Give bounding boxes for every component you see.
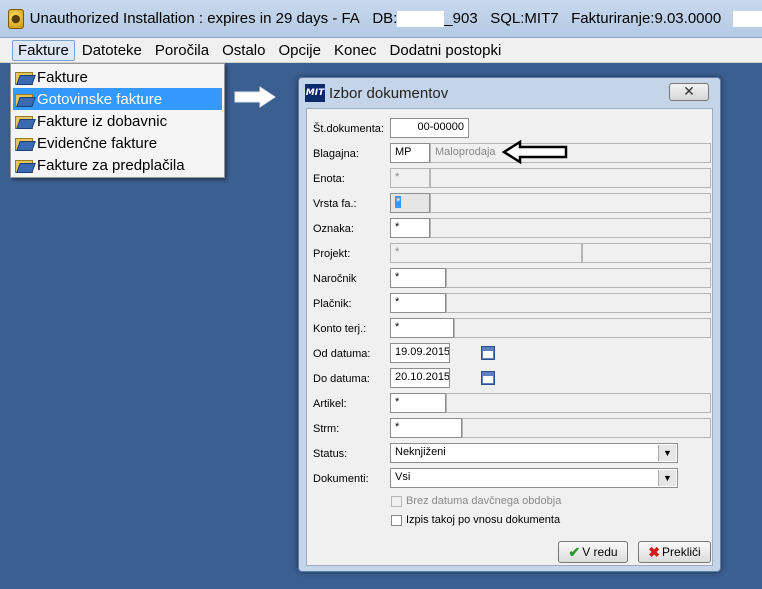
oznaka-name-field xyxy=(430,218,711,238)
folder-open-icon xyxy=(15,136,33,151)
label-st-dokumenta: Št.dokumenta: xyxy=(313,123,384,135)
konto-terj-input[interactable]: * xyxy=(390,318,454,338)
checkmark-icon: ✔ xyxy=(568,543,581,560)
enota-name-field xyxy=(430,168,711,188)
folder-open-icon xyxy=(15,92,33,107)
window-title-db-suffix: _903 xyxy=(444,10,478,27)
label-placnik: Plačnik: xyxy=(313,298,352,310)
dokumenti-select[interactable]: Vsi ▼ xyxy=(390,468,678,488)
window-titlebar: ● Unauthorized Installation : expires in… xyxy=(0,0,762,38)
dropdown-arrow-icon[interactable]: ▼ xyxy=(658,445,676,461)
menu-item-evidencne-fakture[interactable]: Evidenčne fakture xyxy=(13,132,222,154)
enota-input[interactable]: * xyxy=(390,168,430,188)
label-status: Status: xyxy=(313,448,348,460)
folder-open-icon xyxy=(15,158,33,173)
artikel-input[interactable]: * xyxy=(390,393,446,413)
window-title-prefix: Unauthorized Installation : expires in 2… xyxy=(29,10,360,27)
menu-item-fakture[interactable]: Fakture xyxy=(13,66,222,88)
menu-porocila[interactable]: Poročila xyxy=(149,40,215,61)
placnik-input[interactable]: * xyxy=(390,293,446,313)
menu-opcije[interactable]: Opcije xyxy=(272,40,327,61)
brez-datuma-checkbox-row: Brez datuma davčnega obdobja xyxy=(391,495,561,507)
blagajna-name-field: Maloprodaja xyxy=(430,143,711,163)
menu-fakture[interactable]: Fakture xyxy=(12,39,75,61)
ok-button[interactable]: ✔ V redu xyxy=(558,541,628,563)
blagajna-code-input[interactable]: MP xyxy=(390,143,430,163)
dialog-title: Izbor dokumentov xyxy=(329,84,449,102)
label-enota: Enota: xyxy=(313,173,345,185)
menu-item-gotovinske-fakture[interactable]: Gotovinske fakture xyxy=(13,88,222,110)
label-artikel: Artikel: xyxy=(313,398,347,410)
x-icon: ✖ xyxy=(648,543,661,560)
konto-terj-name-field xyxy=(454,318,711,338)
window-title-version: Fakturiranje:9.03.0000 xyxy=(571,10,722,27)
label-od-datuma: Od datuma: xyxy=(313,348,371,360)
artikel-name-field xyxy=(446,393,711,413)
label-strm: Strm: xyxy=(313,423,340,435)
menu-ostalo[interactable]: Ostalo xyxy=(216,40,271,61)
calendar-icon[interactable] xyxy=(481,346,495,360)
calendar-icon[interactable] xyxy=(481,371,495,385)
menu-dodatni-postopki[interactable]: Dodatni postopki xyxy=(384,40,508,61)
menubar: Fakture Datoteke Poročila Ostalo Opcije … xyxy=(0,38,762,63)
menu-item-fakture-za-predplacila[interactable]: Fakture za predplačila xyxy=(13,154,222,176)
label-konto-terj: Konto terj.: xyxy=(313,323,367,335)
close-icon: ✕ xyxy=(683,84,695,100)
label-blagajna: Blagajna: xyxy=(313,148,359,160)
izpis-takoj-checkbox-row: Izpis takoj po vnosu dokumenta xyxy=(391,514,560,526)
menu-item-fakture-iz-dobavnic[interactable]: Fakture iz dobavnic xyxy=(13,110,222,132)
label-vrsta-fa: Vrsta fa.: xyxy=(313,198,357,210)
placnik-name-field xyxy=(446,293,711,313)
strm-input[interactable]: * xyxy=(390,418,462,438)
do-datuma-input[interactable]: 20.10.2015 xyxy=(390,368,450,388)
narocnik-name-field xyxy=(446,268,711,288)
cancel-button[interactable]: ✖ Prekliči xyxy=(638,541,711,563)
st-dokumenta-input[interactable]: 00-00000 xyxy=(390,118,469,138)
strm-name-field xyxy=(462,418,711,438)
mit-logo: MIT xyxy=(305,84,325,102)
dialog-titlebar: MIT Izbor dokumentov xyxy=(299,78,720,108)
fakture-dropdown-menu: Fakture Gotovinske fakture Fakture iz do… xyxy=(10,63,225,178)
oznaka-input[interactable]: * xyxy=(390,218,430,238)
redacted-extra xyxy=(733,10,762,27)
dialog-body: Št.dokumenta: 00-00000 Blagajna: MP Malo… xyxy=(306,108,713,566)
status-select[interactable]: Neknjiženi ▼ xyxy=(390,443,678,463)
app-icon: ● xyxy=(8,8,24,29)
dropdown-arrow-icon[interactable]: ▼ xyxy=(658,470,676,486)
vrsta-fa-input[interactable]: * xyxy=(390,193,430,213)
projekt-name-field xyxy=(582,243,711,263)
menu-konec[interactable]: Konec xyxy=(328,40,383,61)
dialog-close-button[interactable]: ✕ xyxy=(669,83,709,101)
label-oznaka: Oznaka: xyxy=(313,223,354,235)
narocnik-input[interactable]: * xyxy=(390,268,446,288)
redacted-db-name xyxy=(397,10,445,27)
izpis-takoj-checkbox[interactable] xyxy=(391,514,402,526)
folder-open-icon xyxy=(15,114,33,129)
brez-datuma-checkbox[interactable] xyxy=(391,495,402,507)
folder-open-icon xyxy=(15,70,33,85)
window-title-db-label: DB: xyxy=(372,10,398,27)
vrsta-fa-name-field xyxy=(430,193,711,213)
label-projekt: Projekt: xyxy=(313,248,351,260)
label-do-datuma: Do datuma: xyxy=(313,373,370,385)
od-datuma-input[interactable]: 19.09.2015 xyxy=(390,343,450,363)
projekt-input[interactable]: * xyxy=(390,243,582,263)
label-dokumenti: Dokumenti: xyxy=(313,473,369,485)
white-arrow-right-icon xyxy=(234,86,276,108)
window-title-sql: SQL:MIT7 xyxy=(490,10,559,27)
menu-datoteke[interactable]: Datoteke xyxy=(76,40,148,61)
label-narocnik: Naročnik xyxy=(313,273,357,285)
black-arrow-left-icon xyxy=(502,140,568,164)
